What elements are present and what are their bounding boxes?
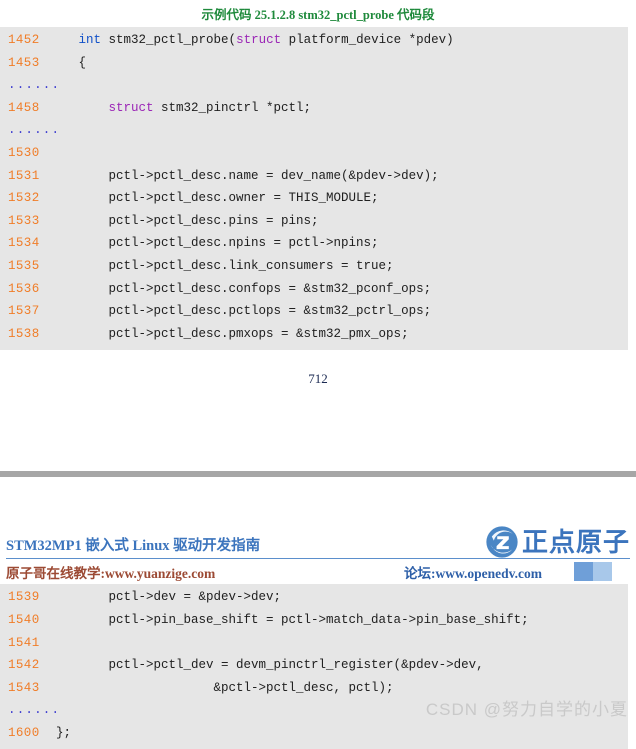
code-block-1: 1452 int stm32_pctl_probe(struct platfor… [0,27,628,351]
code-text: pctl->pctl_desc.confops = &stm32_pconf_o… [108,281,432,296]
line-number: 1452 [8,33,40,47]
line-number-ellipsis: ...... [8,78,61,93]
forum-site-link[interactable]: 论坛:www.openedv.com [404,562,542,582]
code-line: 1535 pctl->pctl_desc.link_consumers = tr… [0,255,628,278]
code-line: 1534 pctl->pctl_desc.npins = pctl->npins… [0,232,628,255]
code-line: 1458 struct stm32_pinctrl *pctl; [0,97,628,120]
line-number: 1533 [8,213,40,228]
code-line: 1453 { [0,52,628,75]
line-number: 1534 [8,236,40,251]
decoration-square-light [593,562,612,582]
code-line: 1532 pctl->pctl_desc.owner = THIS_MODULE… [0,187,628,210]
line-number: 1535 [8,258,40,273]
line-number: 1539 [8,590,40,605]
line-number: 1543 [8,680,40,695]
line-number: 1453 [8,55,40,70]
code-line: 1530 [0,142,628,165]
code-line: 1542 pctl->pctl_dev = devm_pinctrl_regis… [0,654,628,677]
code-line-ellipsis: ...... [0,119,628,142]
line-number: 1536 [8,281,40,296]
line-number: 1600 [8,725,40,740]
document-title: STM32MP1 嵌入式 Linux 驱动开发指南 [6,538,261,555]
decoration-square-dark [574,562,593,582]
brand-name: 正点原子 [521,527,630,558]
teaching-site-link[interactable]: 原子哥在线教学:www.yuanzige.com [6,562,215,582]
code-text: pctl->pctl_desc.pins = pins; [108,213,319,228]
line-number: 1532 [8,191,40,206]
keyword-struct: struct [108,100,154,115]
code-text: pctl->pctl_desc.pmxops = &stm32_pmx_ops; [108,326,409,341]
code-text: pctl->pctl_desc.owner = THIS_MODULE; [108,191,379,206]
code-line-ellipsis: ...... [0,699,628,722]
keyword-int: int [78,33,102,47]
code-text: pctl->pctl_desc.pctlops = &stm32_pctrl_o… [108,304,432,319]
brand-logo: 正点原子 [485,525,630,559]
page-number: 712 [308,371,328,387]
line-number: 1538 [8,326,40,341]
page-bottom-margin [0,387,636,471]
code-text: int stm32_pctl_probe(struct platform_dev… [78,33,454,47]
keyword-struct: struct [236,33,282,47]
code-line: 1536 pctl->pctl_desc.confops = &stm32_pc… [0,278,628,301]
code-line: 1541 [0,632,628,655]
code-line: 1531 pctl->pctl_desc.name = dev_name(&pd… [0,165,628,188]
document-page-2: STM32MP1 嵌入式 Linux 驱动开发指南 正点原子 原子哥在线教学:w… [0,521,636,749]
code-line: 1533 pctl->pctl_desc.pins = pins; [0,210,628,233]
code-line-ellipsis: ...... [0,74,628,97]
code-listing-caption: 示例代码 25.1.2.8 stm32_pctl_probe 代码段 [201,8,435,22]
document-header: STM32MP1 嵌入式 Linux 驱动开发指南 正点原子 原子哥在线教学:w… [0,521,636,584]
line-number-ellipsis: ...... [8,703,61,718]
line-number: 1537 [8,304,40,319]
code-text: }; [56,725,72,740]
line-number: 1540 [8,612,40,627]
code-text: pctl->pctl_desc.npins = pctl->npins; [108,236,379,251]
header-links-row: 原子哥在线教学:www.yuanzige.com 论坛:www.openedv.… [6,559,630,584]
code-line: 1537 pctl->pctl_desc.pctlops = &stm32_pc… [0,300,628,323]
code-text: pctl->dev = &pdev->dev; [108,590,282,605]
line-number: 1530 [8,145,40,160]
code-line: 1600 }; [0,722,628,745]
code-text: pctl->pctl_desc.link_consumers = true; [108,258,394,273]
code-text: struct stm32_pinctrl *pctl; [108,100,312,115]
code-block-2: 1539 pctl->dev = &pdev->dev; 1540 pctl->… [0,584,628,749]
code-text: &pctl->pctl_desc, pctl); [213,680,394,695]
code-text: pctl->pctl_desc.name = dev_name(&pdev->d… [108,168,439,183]
header-title-row: STM32MP1 嵌入式 Linux 驱动开发指南 正点原子 [6,521,630,560]
line-number: 1541 [8,635,40,650]
line-number: 1542 [8,658,40,673]
code-line: 1538 pctl->pctl_desc.pmxops = &stm32_pmx… [0,323,628,346]
code-text: pctl->pctl_dev = devm_pinctrl_register(&… [108,658,484,673]
code-text: { [78,55,87,70]
code-line: 1540 pctl->pin_base_shift = pctl->match_… [0,609,628,632]
line-number: 1458 [8,100,40,115]
code-line: 1539 pctl->dev = &pdev->dev; [0,586,628,609]
document-page-1: 示例代码 25.1.2.8 stm32_pctl_probe 代码段 1452 … [0,0,636,387]
line-number: 1531 [8,168,40,183]
line-number-ellipsis: ...... [8,123,61,138]
page-top-margin [0,477,636,521]
header-decoration-squares [574,562,612,582]
alientek-z-logo-icon [486,526,518,558]
code-line: 1452 int stm32_pctl_probe(struct platfor… [0,29,628,52]
code-text: pctl->pin_base_shift = pctl->match_data-… [108,612,529,627]
code-line: 1543 &pctl->pctl_desc, pctl); [0,677,628,700]
